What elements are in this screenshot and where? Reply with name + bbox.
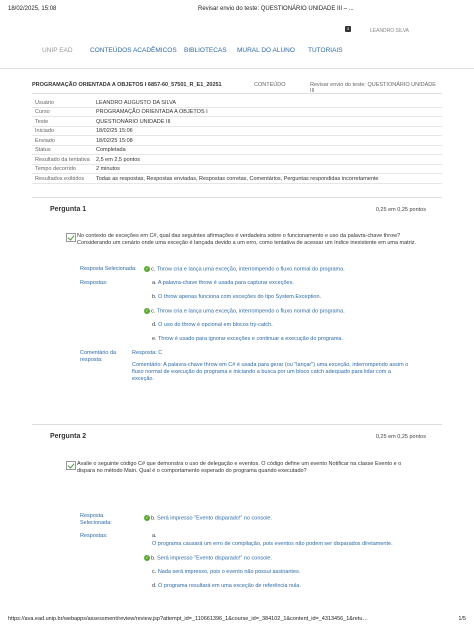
- selected-answer: ✓ b. Será impresso "Evento disparado!" no…: [144, 515, 273, 522]
- info-value: Completada: [96, 147, 126, 153]
- breadcrumb-course[interactable]: PROGRAMAÇÃO ORIENTADA A OBJETOS I 6857-6…: [32, 82, 222, 88]
- question-1: Pergunta 1 0,25 em 0,25 pontos No contex…: [32, 197, 442, 408]
- info-value: 2,5 em 2,5 pontos: [96, 156, 141, 163]
- breadcrumb: PROGRAMAÇÃO ORIENTADA A OBJETOS I 6857-6…: [32, 80, 442, 94]
- info-row: Usuário LEANDRO AUGUSTO DA SILVA: [32, 98, 442, 108]
- answer-option: b. O throw apenas funciona com exceções …: [152, 294, 322, 300]
- answer-option-correct: ✓ c. Throw cria e lança uma exceção, inte…: [144, 308, 345, 315]
- info-row: Iniciado 18/02/25 15:06: [32, 127, 442, 136]
- info-key: Status: [35, 147, 51, 153]
- info-key: Usuário: [35, 99, 54, 106]
- question-title: Pergunta 2: [50, 433, 87, 440]
- breadcrumb-divider: [32, 93, 442, 94]
- info-value: 18/02/25 15:06: [96, 128, 133, 134]
- nav-unip-ead[interactable]: UNIP EAD: [42, 47, 73, 54]
- info-key: Iniciado: [35, 128, 54, 134]
- info-key: Tempo decorrido: [35, 166, 76, 172]
- print-page-number: 1/5: [458, 616, 466, 622]
- answer-option: a.: [152, 533, 157, 539]
- selected-answer: ✓ c. Throw cria e lança uma exceção, inte…: [144, 266, 345, 273]
- comment-text: Comentário: A palavra-chave throw em C# …: [132, 362, 409, 382]
- question-points: 0,25 em 0,25 pontos: [375, 434, 426, 440]
- main-nav: UNIP EAD CONTEÚDOS ACADÊMICOS BIBLIOTECA…: [0, 44, 474, 60]
- answer-option: d. O uso do throw é opcional em blocos t…: [152, 322, 273, 328]
- check-icon: ✓: [144, 308, 150, 314]
- info-key: Enviado: [35, 137, 55, 144]
- answers-label: Respostas:: [80, 533, 108, 539]
- nav-bibliotecas[interactable]: BIBLIOTECAS: [184, 47, 227, 54]
- info-row: Tempo decorrido 2 minutos: [32, 165, 442, 174]
- info-key: Resultados exibidos: [35, 175, 85, 182]
- question-text: Avalie o seguinte código C# que demonstr…: [77, 461, 402, 474]
- info-value: 18/02/25 15:08: [96, 137, 133, 144]
- nav-tutoriais[interactable]: TUTORIAIS: [308, 47, 343, 54]
- answer-option: e. Throw é usado para ignorar exceções e…: [152, 336, 344, 342]
- info-row: Resultados exibidos Todas as respostas, R…: [32, 174, 442, 184]
- selected-answer-label: Resposta Selecionada:: [80, 513, 112, 526]
- info-key: Teste: [35, 118, 49, 125]
- info-value: 2 minutos: [96, 166, 120, 172]
- comment-label: Comentário da resposta:: [80, 350, 117, 363]
- print-date: 18/02/2025, 15:08: [8, 6, 57, 12]
- answer-option: a. A palavra-chave throw é usada para ca…: [152, 280, 294, 286]
- info-value: Todas as respostas, Respostas enviadas, …: [96, 175, 379, 182]
- info-key: Resultado da tentativa: [35, 156, 90, 163]
- question-title: Pergunta 1: [50, 206, 87, 213]
- correct-icon: [66, 461, 76, 470]
- print-footer: https://ava.ead.unip.br/webapps/assessme…: [8, 616, 466, 624]
- question-2: Pergunta 2 0,25 em 0,25 pontos Avalie o …: [32, 424, 442, 605]
- check-icon: ✓: [144, 555, 150, 561]
- answers-label: Respostas:: [80, 280, 108, 286]
- question-points: 0,25 em 0,25 pontos: [375, 207, 426, 213]
- answer-option: c. Nada será impresso, pois o evento não…: [152, 569, 301, 575]
- info-row: Status Completada: [32, 146, 442, 155]
- comment-answer: Resposta: C: [132, 350, 163, 356]
- attempt-info-table: Usuário LEANDRO AUGUSTO DA SILVA Curso PRO…: [32, 98, 442, 184]
- check-icon: ✓: [144, 266, 150, 272]
- info-value: LEANDRO AUGUSTO DA SILVA: [96, 99, 177, 106]
- question-text: No contexto de exceções em C#, qual das …: [77, 233, 417, 246]
- selected-answer-label: Resposta Selecionada:: [80, 266, 137, 272]
- print-url: https://ava.ead.unip.br/webapps/assessme…: [8, 616, 368, 622]
- info-row: Resultado da tentativa 2,5 em 2,5 pontos: [32, 155, 442, 165]
- top-bar: 3 LEANDRO SILVA: [0, 18, 474, 40]
- notification-badge[interactable]: 3: [345, 26, 351, 32]
- print-header: 18/02/2025, 15:08 Revisar envio do teste…: [8, 6, 466, 18]
- breadcrumb-content[interactable]: CONTEÚDO: [254, 82, 285, 88]
- info-value: QUESTIONÁRIO UNIDADE III: [96, 118, 171, 125]
- info-row: Teste QUESTIONÁRIO UNIDADE III: [32, 117, 442, 127]
- info-value: PROGRAMAÇÃO ORIENTADA A OBJETOS I: [96, 109, 208, 115]
- user-menu[interactable]: LEANDRO SILVA: [370, 28, 409, 34]
- info-key: Curso: [35, 109, 50, 115]
- nav-divider: [0, 68, 474, 69]
- answer-option: d. O programa resultará em uma exceção d…: [152, 583, 301, 589]
- answer-option: O programa causará um erro de compilação…: [152, 541, 393, 547]
- info-row: Enviado 18/02/25 15:08: [32, 136, 442, 146]
- nav-conteudos[interactable]: CONTEÚDOS ACADÊMICOS: [90, 47, 177, 54]
- print-title: Revisar envio do teste: QUESTIONÁRIO UNI…: [198, 6, 354, 12]
- nav-mural[interactable]: MURAL DO ALUNO: [237, 47, 295, 54]
- answer-option-correct: ✓ b. Será impresso "Evento disparado!" no…: [144, 555, 273, 562]
- info-row: Curso PROGRAMAÇÃO ORIENTADA A OBJETOS I: [32, 108, 442, 117]
- check-icon: ✓: [144, 515, 150, 521]
- correct-icon: [66, 233, 76, 242]
